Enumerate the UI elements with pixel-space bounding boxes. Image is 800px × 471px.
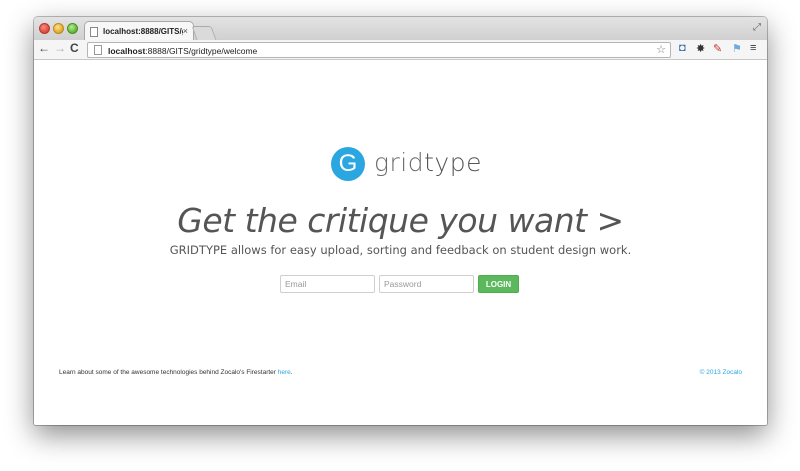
- logo-name-light: grid: [374, 148, 425, 177]
- camera-extension-icon[interactable]: ◘: [679, 42, 686, 54]
- browser-window: localhost:8888/GITS/gridt × ⤢ ← → C loca…: [34, 17, 767, 425]
- footer-period: .: [290, 369, 293, 376]
- password-field[interactable]: [379, 275, 474, 293]
- address-bar[interactable]: localhost:8888/GITS/gridtype/welcome ☆: [87, 42, 671, 58]
- tab-active[interactable]: localhost:8888/GITS/gridt ×: [84, 21, 194, 41]
- logo-wordmark: gridtype: [374, 148, 482, 177]
- footer-text: Learn about some of the awesome technolo…: [59, 369, 278, 376]
- hero-headline: Get the critique you want >: [177, 201, 624, 240]
- forward-arrow-icon[interactable]: →: [54, 41, 66, 55]
- reload-icon[interactable]: C: [70, 41, 79, 55]
- logo-name-bold: type: [424, 148, 482, 177]
- page-icon: [90, 27, 98, 37]
- hero-tagline: GRIDTYPE allows for easy upload, sorting…: [169, 243, 632, 257]
- copyright-link[interactable]: © 2013 Zocalo: [700, 369, 742, 376]
- tab-strip: localhost:8888/GITS/gridt × ⤢: [34, 17, 767, 41]
- pen-extension-icon[interactable]: ✎: [713, 42, 722, 55]
- browser-toolbar: ← → C localhost:8888/GITS/gridtype/welco…: [34, 40, 767, 60]
- email-field[interactable]: [280, 275, 375, 293]
- tab-title: localhost:8888/GITS/gridt: [103, 27, 183, 36]
- minimize-window-button[interactable]: [53, 23, 64, 34]
- bookmark-star-icon[interactable]: ☆: [656, 43, 666, 56]
- settings-gear-icon[interactable]: ✸: [696, 42, 705, 55]
- footer-tech-note: Learn about some of the awesome technolo…: [59, 369, 293, 376]
- login-button[interactable]: LOGIN: [478, 275, 519, 293]
- footer-here-link[interactable]: here: [278, 369, 291, 376]
- close-window-button[interactable]: [39, 23, 50, 34]
- back-arrow-icon[interactable]: ←: [38, 41, 50, 55]
- menu-icon[interactable]: ≡: [750, 42, 756, 54]
- logo-g-icon: G: [331, 147, 365, 181]
- url-host: localhost: [108, 46, 146, 56]
- new-tab-button[interactable]: [191, 26, 217, 40]
- tab-close-icon[interactable]: ×: [183, 26, 188, 36]
- flag-extension-icon[interactable]: ⚑: [732, 42, 742, 55]
- page-icon: [94, 45, 102, 55]
- page-content: G gridtype Get the critique you want > G…: [34, 61, 767, 425]
- fullscreen-icon[interactable]: ⤢: [753, 22, 761, 33]
- zoom-window-button[interactable]: [67, 23, 78, 34]
- url-path: :8888/GITS/gridtype/welcome: [145, 46, 258, 56]
